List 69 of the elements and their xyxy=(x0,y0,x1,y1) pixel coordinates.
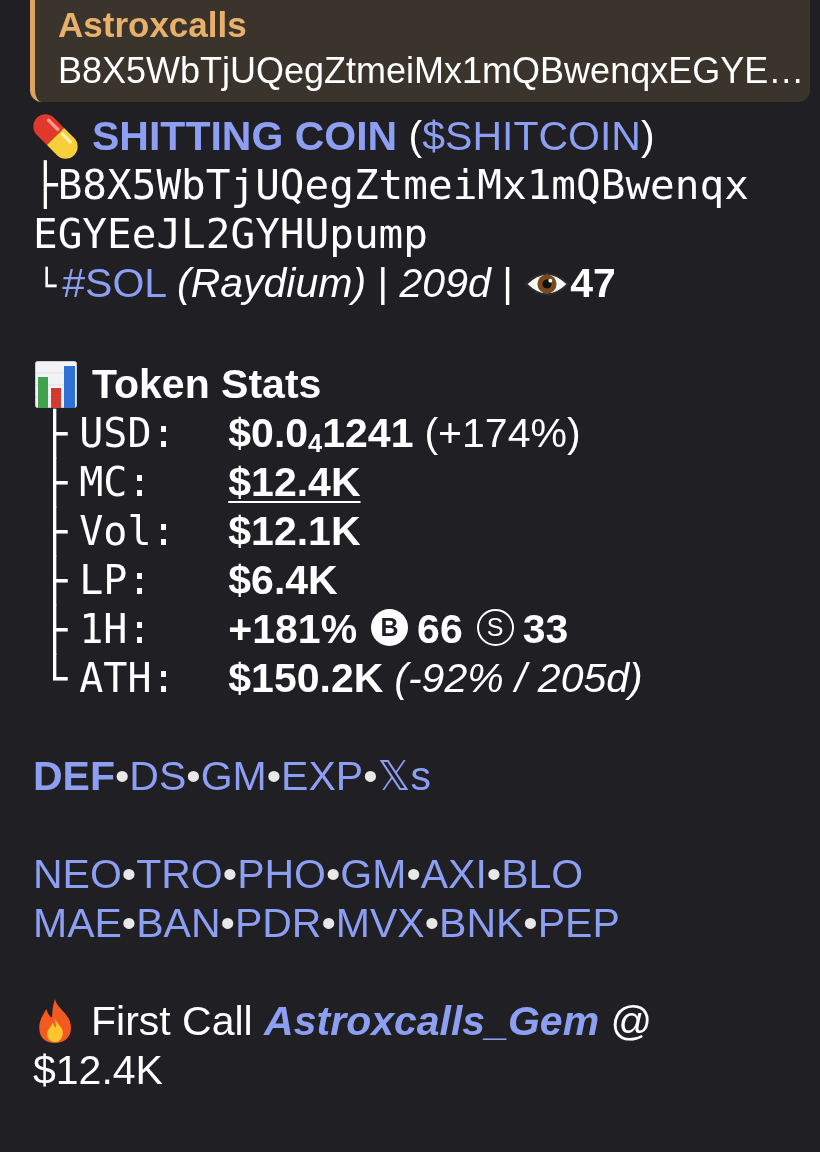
separator: • xyxy=(321,900,336,946)
tree-branch: ├ xyxy=(42,458,68,507)
section-title: Token Stats xyxy=(92,360,322,409)
separator: • xyxy=(115,753,130,799)
stat-value: $12.1K xyxy=(228,508,361,554)
stat-label: ATH: xyxy=(79,655,176,701)
platform-link[interactable]: AXI xyxy=(420,851,487,897)
token-title: SHITTING COIN ($SHITCOIN) xyxy=(33,112,655,161)
platform-link[interactable]: PDR xyxy=(234,900,322,946)
quick-link[interactable]: EXP xyxy=(281,753,364,799)
separator: • xyxy=(222,851,238,897)
quick-link[interactable]: 𝕏s xyxy=(377,753,432,799)
separator: • xyxy=(266,753,282,799)
tree-branch: ├ xyxy=(42,605,68,654)
tree-branch: └ xyxy=(42,654,68,703)
token-meta-line: └#SOL (Raydium) | 209d | 47 xyxy=(36,259,616,308)
buy-count: 66 xyxy=(417,606,463,652)
separator: • xyxy=(121,900,137,946)
quick-link[interactable]: DEF xyxy=(33,753,115,799)
quote-author: Astroxcalls xyxy=(58,4,247,46)
quick-link[interactable]: GM xyxy=(200,753,267,799)
platform-link[interactable]: NEO xyxy=(33,851,122,897)
caller-link[interactable]: Astroxcalls_Gem xyxy=(264,998,600,1044)
separator: • xyxy=(406,851,421,897)
separator: • xyxy=(523,900,538,946)
separator: • xyxy=(363,753,378,799)
separator: • xyxy=(186,753,201,799)
token-name-link[interactable]: SHITTING COIN xyxy=(92,113,398,159)
platform-link[interactable]: PEP xyxy=(537,900,620,946)
tree-branch: ├ xyxy=(42,556,68,605)
stat-label: LP: xyxy=(79,557,152,603)
platform-link[interactable]: PHO xyxy=(237,851,326,897)
platform-link[interactable]: BAN xyxy=(136,900,221,946)
tree-branch: ├ xyxy=(42,507,68,556)
pill-icon xyxy=(33,114,78,159)
quick-link[interactable]: DS xyxy=(129,753,187,799)
stat-label: 1H: xyxy=(79,606,152,652)
platform-link[interactable]: MAE xyxy=(33,900,122,946)
stat-label: USD: xyxy=(79,410,176,456)
stat-value: +181% xyxy=(228,606,358,652)
buy-marker: B xyxy=(371,609,409,646)
separator: • xyxy=(121,851,137,897)
reply-quote[interactable]: Astroxcalls B8X5WbTjUQegZtmeiMx1mQBwenqxEGYE… xyxy=(30,0,810,102)
stat-label: Vol: xyxy=(79,508,176,554)
stat-change: (-92% / 205d) xyxy=(394,655,643,701)
stat-value: $6.4K xyxy=(228,557,338,603)
platform-link[interactable]: BLO xyxy=(501,851,584,897)
stat-label: MC: xyxy=(79,459,152,505)
stat-value: $0.0$_{4}$1241 xyxy=(228,410,414,456)
sell-marker: S xyxy=(476,609,514,646)
separator: • xyxy=(424,900,440,946)
first-call-text: First Call Astroxcalls_Gem @ $12.4K xyxy=(33,997,654,1095)
separator: • xyxy=(326,851,341,897)
platform-link[interactable]: MVX xyxy=(335,900,425,946)
stat-change: (+174%) xyxy=(424,410,581,456)
quote-text: B8X5WbTjUQegZtmeiMx1mQBwenqxEGYE… xyxy=(58,49,805,93)
stat-value: $150.2K xyxy=(228,655,384,701)
stat-value: $12.4K xyxy=(228,459,361,505)
chain-hashtag-link[interactable]: #SOL xyxy=(62,260,166,306)
sell-count: 33 xyxy=(522,606,569,652)
ticker-link[interactable]: $SHITCOIN xyxy=(422,113,641,159)
platform-link[interactable]: GM xyxy=(340,851,407,897)
separator: • xyxy=(486,851,502,897)
bar-chart-icon xyxy=(35,361,77,408)
contract-address[interactable]: ├B8X5WbTjUQegZtmeiMx1mQBwenqxEGYEeJL2GYHUpump xyxy=(33,161,762,259)
platform-link[interactable]: TRO xyxy=(136,851,223,897)
tree-branch: ├ xyxy=(42,409,68,458)
separator: • xyxy=(220,900,235,946)
platform-link[interactable]: BNK xyxy=(439,900,524,946)
